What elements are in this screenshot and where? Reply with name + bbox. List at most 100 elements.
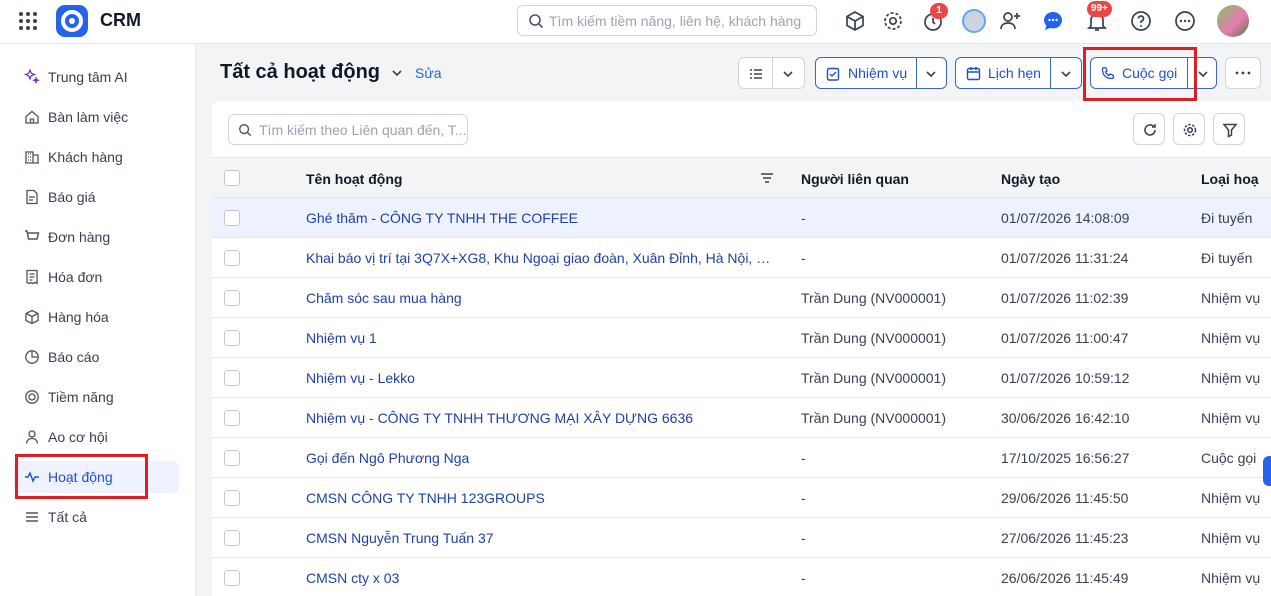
chevron-down-icon[interactable]: [925, 68, 937, 80]
chevron-down-icon[interactable]: [1197, 68, 1209, 80]
refresh-button[interactable]: [1133, 113, 1165, 145]
gear-icon[interactable]: [881, 9, 905, 33]
view-toggle-button[interactable]: [738, 57, 805, 89]
row-checkbox[interactable]: [224, 570, 240, 586]
table-row[interactable]: Ghé thăm - CÔNG TY TNHH THE COFFEE - 01/07…: [212, 198, 1271, 238]
activity-name-link[interactable]: Khai báo vị trí tại 3Q7X+XG8, Khu Ngoại …: [306, 250, 771, 266]
related-person: Trần Dung (NV000001): [801, 330, 947, 346]
app-grid-icon[interactable]: [18, 11, 38, 31]
sidebar-item-label: Tất cả: [48, 509, 87, 525]
created-date: 01/07/2026 11:00:47: [1001, 330, 1129, 346]
global-search-input[interactable]: Tìm kiếm tiềm năng, liên hệ, khách hàng: [517, 5, 817, 36]
sparkle-icon: [24, 69, 40, 85]
table-row[interactable]: Nhiệm vụ - CÔNG TY TNHH THƯƠNG MẠI XÂY D…: [212, 398, 1271, 438]
column-header-created[interactable]: Ngày tạo: [1001, 171, 1060, 187]
row-checkbox[interactable]: [224, 330, 240, 346]
table-row[interactable]: Gọi đến Ngô Phương Nga - 17/10/2025 16:56:…: [212, 438, 1271, 478]
select-all-checkbox[interactable]: [224, 170, 240, 186]
activity-name-link[interactable]: Nhiệm vụ 1: [306, 330, 771, 346]
sidebar-item-3[interactable]: Báo giá: [14, 181, 179, 213]
sidebar-item-label: Tiềm năng: [48, 389, 114, 405]
table-search-input[interactable]: Tìm kiếm theo Liên quan đến, T...: [228, 114, 468, 145]
highlight-box: [1083, 47, 1197, 101]
column-header-related[interactable]: Người liên quan: [801, 171, 909, 187]
created-date: 26/06/2026 11:45:49: [1001, 570, 1129, 586]
chevron-down-icon[interactable]: [391, 67, 403, 79]
activity-type: Đi tuyến: [1201, 250, 1253, 266]
activity-name-link[interactable]: Nhiệm vụ - Lekko: [306, 370, 771, 386]
add-user-icon[interactable]: [998, 9, 1022, 33]
activity-name-link[interactable]: CMSN Nguyễn Trung Tuấn 37: [306, 530, 771, 546]
timer-badge: 1: [930, 3, 948, 19]
column-filter-icon[interactable]: [760, 171, 774, 185]
activity-name-link[interactable]: Gọi đến Ngô Phương Nga: [306, 450, 771, 466]
side-panel-tab[interactable]: [1263, 456, 1271, 486]
table-row[interactable]: Nhiệm vụ - Lekko Trần Dung (NV000001) 01/0…: [212, 358, 1271, 398]
sidebar-item-5[interactable]: Hóa đơn: [14, 261, 179, 293]
created-date: 17/10/2025 16:56:27: [1001, 450, 1130, 466]
related-person: -: [801, 250, 806, 266]
avatar-robot-icon[interactable]: [962, 9, 986, 33]
activity-name-link[interactable]: Nhiệm vụ - CÔNG TY TNHH THƯƠNG MẠI XÂY D…: [306, 410, 771, 426]
created-date: 27/06/2026 11:45:23: [1001, 530, 1129, 546]
activity-type: Nhiệm vụ: [1201, 330, 1261, 346]
related-person: -: [801, 210, 806, 226]
sidebar-item-0[interactable]: Trung tâm AI: [14, 61, 179, 93]
refresh-icon: [1144, 124, 1156, 136]
more-horizontal-icon: [1235, 71, 1251, 75]
table-header: Tên hoạt động Người liên quan Ngày tạo L…: [212, 157, 1271, 198]
created-date: 01/07/2026 10:59:12: [1001, 370, 1130, 386]
sidebar-item-1[interactable]: Bàn làm việc: [14, 101, 179, 133]
user-avatar[interactable]: [1217, 5, 1249, 37]
activity-type: Nhiệm vụ: [1201, 370, 1261, 386]
activity-type: Nhiệm vụ: [1201, 410, 1261, 426]
column-header-name[interactable]: Tên hoạt động: [306, 171, 402, 187]
add-appointment-button[interactable]: Lịch hẹn: [955, 57, 1082, 89]
add-task-label: Nhiệm vụ: [848, 65, 908, 81]
sidebar-item-6[interactable]: Hàng hóa: [14, 301, 179, 333]
related-person: Trần Dung (NV000001): [801, 290, 947, 306]
activity-name-link[interactable]: CMSN CÔNG TY TNHH 123GROUPS: [306, 490, 771, 506]
row-checkbox[interactable]: [224, 210, 240, 226]
table-row[interactable]: Nhiệm vụ 1 Trần Dung (NV000001) 01/07/2026…: [212, 318, 1271, 358]
activity-type: Nhiệm vụ: [1201, 490, 1261, 506]
sidebar-item-2[interactable]: Khách hàng: [14, 141, 179, 173]
sidebar-item-label: Hàng hóa: [48, 309, 109, 325]
sidebar-item-7[interactable]: Báo cáo: [14, 341, 179, 373]
row-checkbox[interactable]: [224, 290, 240, 306]
search-icon: [239, 124, 252, 137]
table-row[interactable]: Khai báo vị trí tại 3Q7X+XG8, Khu Ngoại …: [212, 238, 1271, 278]
row-checkbox[interactable]: [224, 530, 240, 546]
related-person: Trần Dung (NV000001): [801, 410, 947, 426]
chevron-down-icon[interactable]: [1060, 68, 1072, 80]
row-checkbox[interactable]: [224, 410, 240, 426]
row-checkbox[interactable]: [224, 370, 240, 386]
row-checkbox[interactable]: [224, 250, 240, 266]
column-header-type[interactable]: Loại hoạ: [1201, 171, 1259, 187]
calendar-icon: [966, 67, 981, 81]
table-row[interactable]: CMSN cty x 03 - 26/06/2026 11:45:49 Nhiệm v…: [212, 558, 1271, 596]
activity-type: Nhiệm vụ: [1201, 530, 1261, 546]
row-checkbox[interactable]: [224, 490, 240, 506]
column-settings-button[interactable]: [1173, 113, 1205, 145]
sidebar-item-9[interactable]: Ao cơ hội: [14, 421, 179, 453]
table-search-placeholder: Tìm kiếm theo Liên quan đến, T...: [259, 122, 467, 138]
activity-name-link[interactable]: Ghé thăm - CÔNG TY TNHH THE COFFEE: [306, 210, 771, 226]
edit-link[interactable]: Sửa: [415, 65, 442, 81]
box-icon[interactable]: [843, 9, 867, 33]
table-row[interactable]: CMSN Nguyễn Trung Tuấn 37 - 27/06/2026 11:…: [212, 518, 1271, 558]
row-checkbox[interactable]: [224, 450, 240, 466]
sidebar-item-8[interactable]: Tiềm năng: [14, 381, 179, 413]
help-icon[interactable]: [1129, 9, 1153, 33]
filter-button[interactable]: [1213, 113, 1245, 145]
chat-icon[interactable]: [1041, 9, 1065, 33]
table-row[interactable]: CMSN CÔNG TY TNHH 123GROUPS - 29/06/2026 1…: [212, 478, 1271, 518]
sidebar-item-11[interactable]: Tất cả: [14, 501, 179, 533]
more-actions-button[interactable]: [1225, 57, 1261, 89]
sidebar-item-4[interactable]: Đơn hàng: [14, 221, 179, 253]
more-icon[interactable]: [1173, 9, 1197, 33]
activity-name-link[interactable]: Chăm sóc sau mua hàng: [306, 290, 771, 306]
table-row[interactable]: Chăm sóc sau mua hàng Trần Dung (NV000001…: [212, 278, 1271, 318]
add-task-button[interactable]: Nhiệm vụ: [815, 57, 947, 89]
activity-name-link[interactable]: CMSN cty x 03: [306, 570, 771, 586]
